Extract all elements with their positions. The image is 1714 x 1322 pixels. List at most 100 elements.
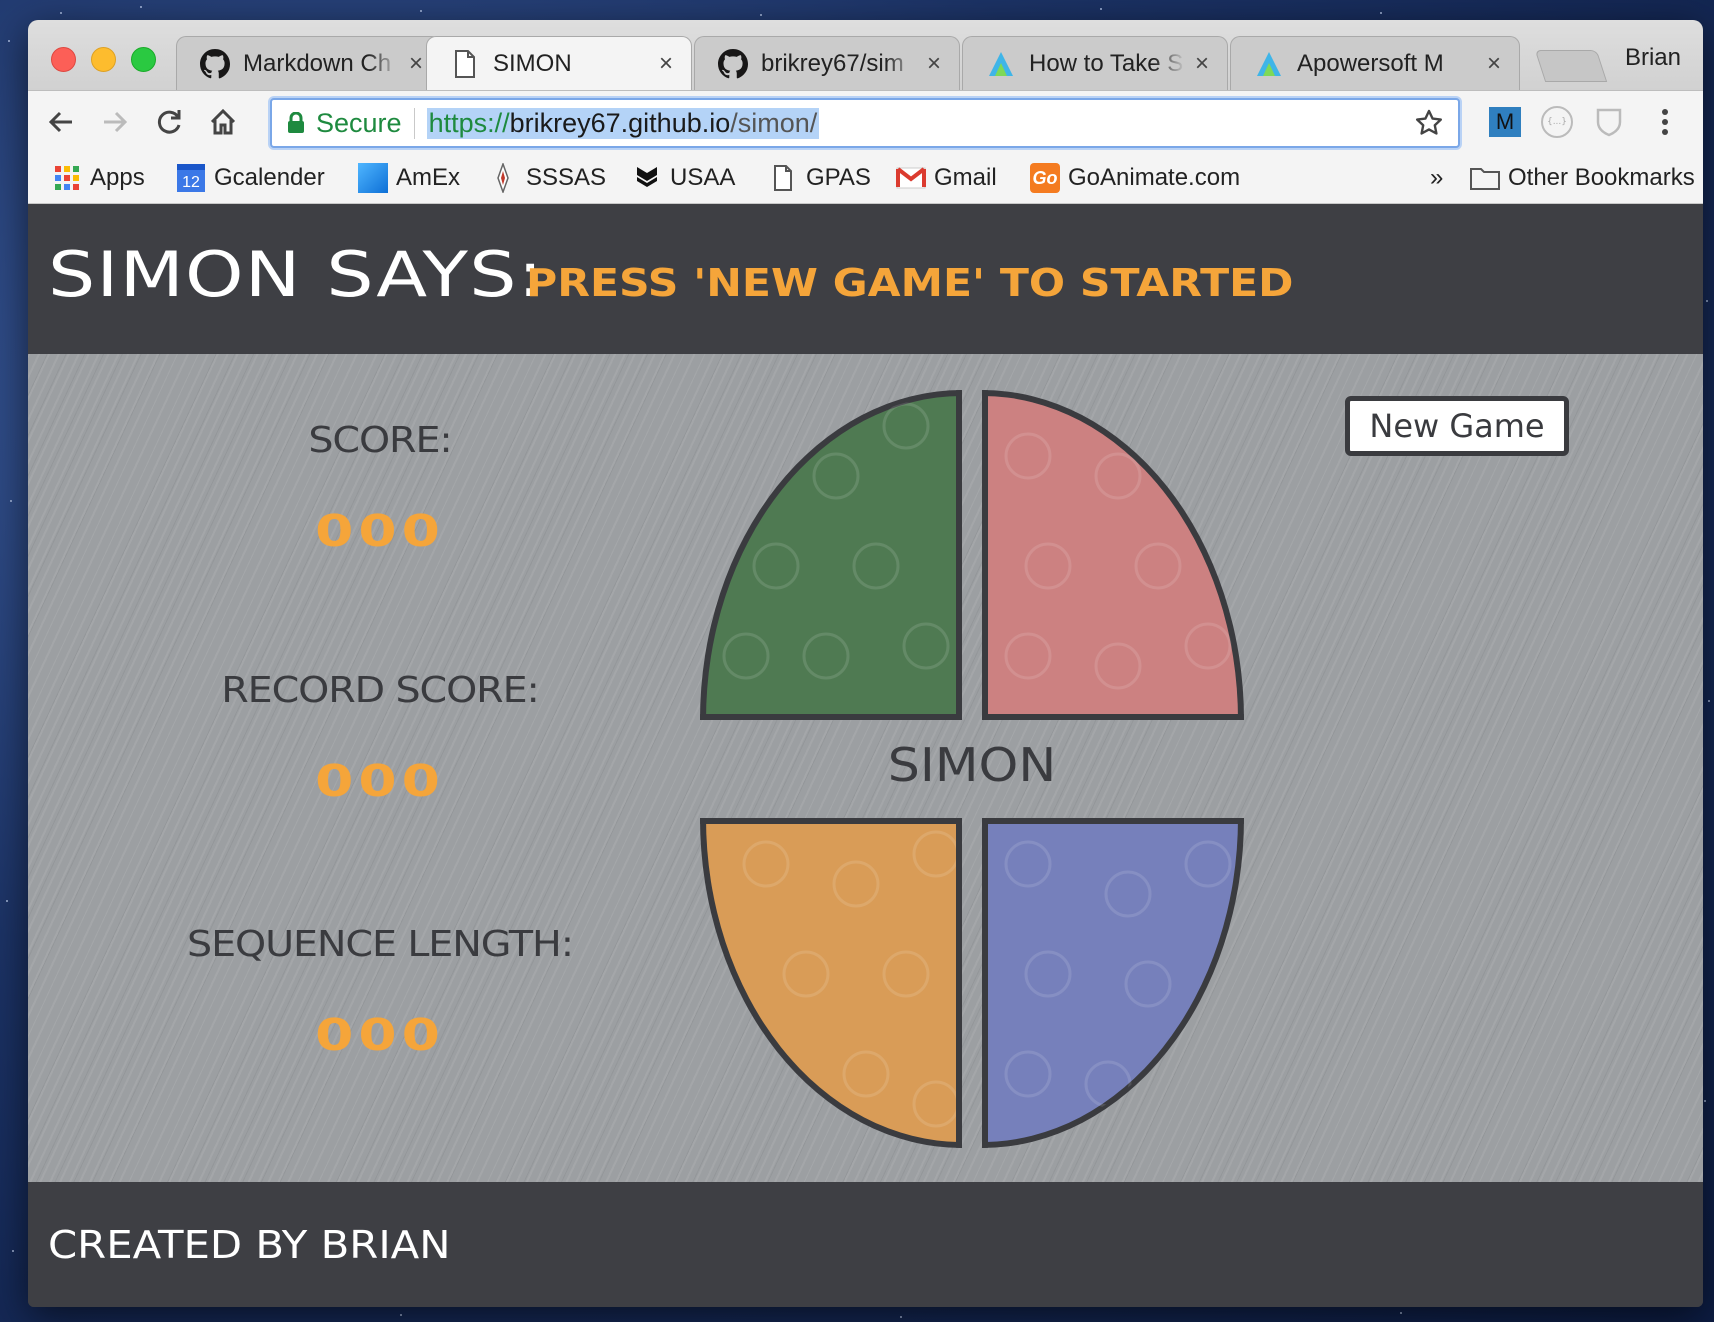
bookmark-label: Gmail	[934, 164, 997, 191]
bookmark-gmail[interactable]: Gmail	[896, 162, 997, 194]
m-extension-label: M	[1489, 107, 1521, 137]
circle-pattern	[1004, 432, 1232, 690]
minimize-window-button[interactable]	[91, 47, 116, 72]
close-tab-icon[interactable]: ×	[1483, 50, 1505, 78]
amex-icon	[358, 163, 388, 193]
close-tab-icon[interactable]: ×	[405, 50, 427, 78]
bookmark-label: GPAS	[806, 164, 871, 191]
home-button[interactable]	[204, 103, 242, 141]
github-icon	[199, 48, 231, 80]
compass-icon	[488, 163, 518, 193]
bookmark-label: USAA	[670, 164, 736, 191]
yellow-pad[interactable]	[700, 818, 962, 1148]
url-scheme: https://	[428, 107, 510, 138]
apowersoft-icon	[1253, 48, 1285, 80]
tab-apowersoft[interactable]: Apowersoft M ×	[1230, 36, 1520, 90]
score-value: 000	[315, 506, 445, 557]
green-pad[interactable]	[700, 390, 962, 720]
circle-pattern	[722, 402, 950, 680]
close-tab-icon[interactable]: ×	[1191, 50, 1213, 78]
tab-how-to-take[interactable]: How to Take S ×	[962, 36, 1228, 90]
page-footer: CREATED BY BRIAN	[28, 1182, 1703, 1307]
json-extension-label: {...}	[1541, 106, 1573, 138]
tab-title: brikrey67/sim	[761, 49, 904, 77]
tab-title: Markdown Ch	[243, 49, 392, 77]
other-bookmarks-folder[interactable]: Other Bookmarks	[1470, 162, 1695, 194]
tab-title: Apowersoft M	[1297, 49, 1444, 77]
apps-grid-icon	[52, 163, 82, 193]
bookmark-gpas[interactable]: GPAS	[768, 162, 871, 194]
red-pad[interactable]	[982, 390, 1244, 720]
bookmark-star-icon[interactable]	[1414, 108, 1444, 138]
status-message: PRESS 'NEW GAME' TO STARTED	[526, 261, 1294, 305]
lock-icon	[288, 112, 304, 133]
apowersoft-icon	[985, 48, 1017, 80]
bookmarks-overflow-button[interactable]: »	[1430, 162, 1443, 194]
bookmark-label: GoAnimate.com	[1068, 164, 1241, 191]
browser-window: Markdown Ch × SIMON × brikrey67/sim × Ho…	[28, 20, 1703, 1307]
calendar-icon-text: 12	[177, 164, 205, 192]
m-extension-icon[interactable]: M	[1488, 105, 1522, 139]
bookmark-apps[interactable]: Apps	[52, 162, 145, 194]
browser-toolbar: Secure https://brikrey67.github.io/simon…	[28, 90, 1703, 152]
bookmark-sssas[interactable]: SSSAS	[488, 162, 606, 194]
sequence-length-value: 000	[315, 1010, 445, 1061]
sequence-length-label: SEQUENCE LENGTH:	[187, 924, 574, 965]
url-text[interactable]: https://brikrey67.github.io/simon/	[426, 107, 820, 139]
reload-icon	[157, 110, 181, 134]
new-game-button[interactable]: New Game	[1345, 396, 1569, 456]
new-tab-button[interactable]	[1534, 50, 1608, 82]
circle-pattern	[742, 830, 956, 1128]
json-extension-icon[interactable]: {...}	[1540, 105, 1574, 139]
bookmark-usaa[interactable]: USAA	[632, 162, 735, 194]
close-window-button[interactable]	[51, 47, 76, 72]
reload-button[interactable]	[150, 103, 188, 141]
bookmark-gcalender[interactable]: 12 Gcalender	[176, 162, 325, 194]
github-icon	[717, 48, 749, 80]
chevron-double-right-icon: »	[1430, 164, 1444, 191]
forward-button[interactable]	[96, 103, 134, 141]
record-score-label: RECORD SCORE:	[221, 670, 540, 711]
back-arrow-icon	[48, 111, 72, 133]
bookmark-label: SSSAS	[526, 164, 607, 191]
game-area: SCORE: 000 RECORD SCORE: 000 SEQUENCE LE…	[28, 354, 1703, 1182]
circle-pattern	[1004, 840, 1232, 1108]
secure-label: Secure	[316, 107, 415, 139]
close-tab-icon[interactable]: ×	[655, 50, 677, 78]
home-icon	[210, 108, 236, 135]
maximize-window-button[interactable]	[131, 47, 156, 72]
folder-icon	[1470, 163, 1500, 193]
bookmark-goanimate[interactable]: Go GoAnimate.com	[1030, 162, 1240, 194]
score-label: SCORE:	[308, 420, 452, 461]
record-score-value: 000	[315, 756, 445, 807]
simon-board: SIMON	[700, 390, 1270, 1170]
usaa-icon	[632, 163, 662, 193]
forward-arrow-icon	[104, 111, 128, 133]
tab-title: SIMON	[493, 49, 572, 77]
page-content: SIMON SAYS: PRESS 'NEW GAME' TO STARTED …	[28, 204, 1703, 1307]
document-icon	[768, 163, 798, 193]
profile-name[interactable]: Brian	[1625, 44, 1681, 72]
goanimate-icon-text: Go	[1030, 163, 1060, 193]
bookmark-label: Other Bookmarks	[1508, 164, 1695, 191]
document-icon	[449, 48, 481, 80]
board-label: SIMON	[887, 738, 1057, 792]
shield-extension-icon[interactable]	[1592, 105, 1626, 139]
tab-strip: Markdown Ch × SIMON × brikrey67/sim × Ho…	[28, 20, 1703, 90]
tab-title: How to Take S	[1029, 49, 1184, 77]
bookmark-amex[interactable]: AmEx	[358, 162, 460, 194]
close-tab-icon[interactable]: ×	[923, 50, 945, 78]
bookmark-label: Apps	[90, 164, 145, 191]
back-button[interactable]	[42, 103, 80, 141]
gmail-icon	[896, 163, 926, 193]
address-bar[interactable]: Secure https://brikrey67.github.io/simon…	[270, 98, 1460, 148]
blue-pad[interactable]	[982, 818, 1244, 1148]
calendar-icon: 12	[176, 163, 206, 193]
menu-kebab-icon[interactable]	[1648, 105, 1682, 139]
tab-github-repo[interactable]: brikrey67/sim ×	[694, 36, 960, 90]
bookmarks-bar: Apps 12 Gcalender AmEx SSSAS USAA GPAS G…	[28, 152, 1703, 204]
tab-markdown[interactable]: Markdown Ch ×	[176, 36, 442, 90]
bookmark-label: AmEx	[396, 164, 461, 191]
bookmark-label: Gcalender	[214, 164, 325, 191]
tab-simon[interactable]: SIMON ×	[426, 36, 692, 90]
